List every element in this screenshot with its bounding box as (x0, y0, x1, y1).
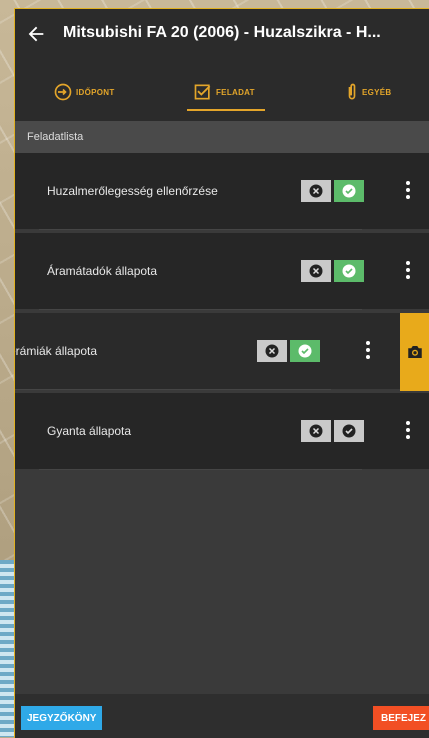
camera-button[interactable] (400, 313, 429, 391)
close-circle-icon (309, 264, 323, 278)
close-circle-icon (309, 424, 323, 438)
checkbox-icon (194, 84, 211, 100)
tab-label: FELADAT (216, 87, 255, 97)
page-title: Mitsubishi FA 20 (2006) - Huzalszikra - … (63, 24, 381, 41)
tab-egyeb[interactable]: EGYÉB (345, 75, 392, 109)
task-label: erámiák állapota (14, 344, 98, 358)
top-bar: Mitsubishi FA 20 (2006) - Huzalszikra - … (15, 9, 429, 61)
close-circle-icon (265, 344, 279, 358)
tab-feladat[interactable]: FELADAT (187, 75, 265, 111)
approve-button[interactable] (334, 180, 364, 202)
section-title: Feladatlista (27, 131, 84, 143)
check-circle-icon (342, 424, 356, 438)
finish-button[interactable]: BEFEJEZ (372, 706, 429, 730)
more-options-icon[interactable] (405, 179, 411, 203)
more-options-icon[interactable] (405, 259, 411, 283)
list-item[interactable]: Gyanta állapota (15, 393, 429, 470)
paperclip-icon (348, 83, 356, 100)
bottom-bar: JEGYZŐKÖNY BEFEJEZ (15, 694, 429, 738)
approve-button[interactable] (290, 340, 320, 362)
task-label: Huzalmerőlegesség ellenőrzése (47, 184, 218, 198)
divider (39, 309, 362, 310)
back-arrow-icon[interactable] (25, 23, 47, 45)
check-circle-icon (298, 344, 312, 358)
task-list-header: Feladatlista (15, 121, 429, 153)
approve-button[interactable] (334, 420, 364, 442)
tab-label: IDŐPONT (76, 87, 115, 97)
tab-idopont[interactable]: IDŐPONT (53, 75, 115, 109)
divider (39, 469, 362, 470)
divider (39, 229, 362, 230)
list-item[interactable]: Áramátadók állapota (15, 233, 429, 310)
divider (15, 389, 331, 390)
more-options-icon[interactable] (365, 339, 371, 363)
clock-arrow-icon (54, 83, 72, 101)
task-label: Áramátadók állapota (47, 264, 158, 278)
reject-button[interactable] (301, 180, 331, 202)
reject-button[interactable] (257, 340, 287, 362)
map-edge-strip (0, 560, 14, 737)
check-circle-icon (342, 184, 356, 198)
more-options-icon[interactable] (405, 419, 411, 443)
camera-icon (408, 346, 422, 358)
close-circle-icon (309, 184, 323, 198)
reject-button[interactable] (301, 260, 331, 282)
notes-button[interactable]: JEGYZŐKÖNY (21, 706, 103, 730)
list-item[interactable]: Huzalmerőlegesség ellenőrzése (15, 153, 429, 230)
tab-label: EGYÉB (362, 87, 392, 97)
approve-button[interactable] (334, 260, 364, 282)
tab-bar: IDŐPONT FELADAT EGYÉB (15, 61, 429, 121)
task-label: Gyanta állapota (47, 424, 132, 438)
list-item-swiped[interactable]: erámiák állapota (14, 313, 405, 390)
reject-button[interactable] (301, 420, 331, 442)
task-panel: Mitsubishi FA 20 (2006) - Huzalszikra - … (14, 8, 429, 738)
check-circle-icon (342, 264, 356, 278)
